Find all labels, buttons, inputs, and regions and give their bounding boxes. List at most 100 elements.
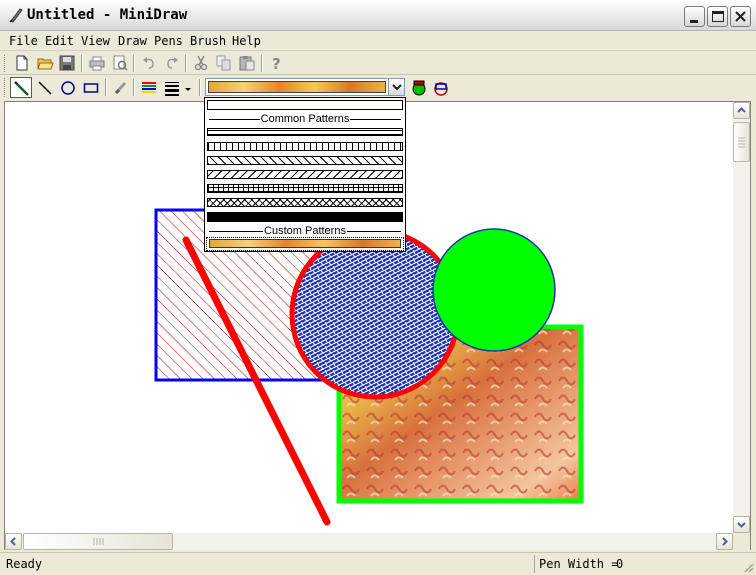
menu-view[interactable]: View xyxy=(81,34,110,48)
save-disk-icon xyxy=(59,55,75,71)
pattern-custom-orange[interactable] xyxy=(206,237,404,251)
menu-brush[interactable]: Brush xyxy=(190,34,226,48)
green-circle[interactable] xyxy=(432,228,556,352)
pattern-forward-diagonal[interactable] xyxy=(207,156,403,165)
line-tool-button[interactable] xyxy=(35,78,55,98)
redo-button[interactable] xyxy=(162,53,182,73)
pattern-solid-white[interactable] xyxy=(207,100,403,110)
toolbar-separator xyxy=(185,55,187,72)
paste-button[interactable] xyxy=(237,53,257,73)
pattern-vertical[interactable] xyxy=(207,142,403,151)
line-icon xyxy=(38,81,52,95)
standard-toolbar: ? xyxy=(0,52,756,75)
pattern-diagonal-cross[interactable] xyxy=(207,198,403,207)
fill-shape-icon xyxy=(412,80,426,96)
toolbar-separator xyxy=(133,55,135,72)
pen-color-button[interactable] xyxy=(139,78,159,98)
custom-patterns-caption: Custom Patterns xyxy=(207,225,403,237)
vertical-scrollbar[interactable] xyxy=(733,102,750,533)
close-button[interactable] xyxy=(730,6,751,27)
menu-file[interactable]: File xyxy=(9,34,38,48)
cut-button[interactable] xyxy=(191,53,211,73)
copy-button[interactable] xyxy=(214,53,234,73)
common-patterns-caption: Common Patterns xyxy=(207,113,403,125)
window-title: Untitled - MiniDraw xyxy=(27,7,188,23)
maximize-button[interactable] xyxy=(707,6,728,27)
toolbar-grip[interactable] xyxy=(4,78,7,97)
status-pane-divider xyxy=(534,555,535,573)
chevron-up-icon xyxy=(737,107,746,113)
toolbar-separator xyxy=(133,79,135,96)
pattern-solid-black[interactable] xyxy=(207,212,403,222)
new-button[interactable] xyxy=(12,53,32,73)
paste-clipboard-icon xyxy=(239,56,255,71)
pattern-combo[interactable] xyxy=(205,78,405,96)
vertical-scroll-thumb[interactable] xyxy=(733,122,750,162)
open-folder-icon xyxy=(37,58,54,70)
help-button[interactable]: ? xyxy=(267,53,287,73)
menu-bar: File Edit View Draw Pens Brush Help xyxy=(0,31,756,51)
minimize-icon xyxy=(690,20,698,23)
outline-color-button[interactable] xyxy=(431,78,451,98)
chevron-down-icon xyxy=(737,522,746,528)
pen-width-label: Pen Width = xyxy=(539,557,619,571)
scroll-up-button[interactable] xyxy=(733,102,750,119)
undo-icon xyxy=(143,57,154,69)
custom-patterns-label: Custom Patterns xyxy=(263,225,347,237)
maximize-icon xyxy=(712,11,724,22)
resize-grip-icon[interactable] xyxy=(742,561,754,573)
cut-scissors-icon xyxy=(194,55,208,71)
brush-stroke-icon xyxy=(114,81,127,95)
toolbar-grip[interactable] xyxy=(4,55,7,72)
woven-circle[interactable] xyxy=(289,228,461,400)
chevron-down-icon xyxy=(392,84,402,91)
custom-pattern-swatch xyxy=(209,239,401,248)
chevron-right-icon xyxy=(722,537,728,546)
save-button[interactable] xyxy=(57,53,77,73)
svg-text:?: ? xyxy=(272,55,281,71)
pen-select-icon xyxy=(14,81,29,96)
title-bar[interactable]: Untitled - MiniDraw xyxy=(0,0,756,31)
color-lines-icon xyxy=(142,82,156,93)
new-icon xyxy=(16,55,28,71)
grip-lines-icon xyxy=(93,538,104,545)
toolbar-separator xyxy=(105,79,107,96)
app-pen-icon xyxy=(9,8,23,23)
print-button[interactable] xyxy=(87,53,107,73)
horizontal-scrollbar[interactable] xyxy=(5,533,733,550)
fill-color-button[interactable] xyxy=(409,78,429,98)
undo-button[interactable] xyxy=(139,53,159,73)
select-tool-button[interactable] xyxy=(10,77,32,98)
pattern-horizontal[interactable] xyxy=(207,128,403,136)
menu-draw[interactable]: Draw xyxy=(118,34,147,48)
menu-pens[interactable]: Pens xyxy=(154,34,183,48)
outline-shape-icon xyxy=(434,82,448,96)
status-ready-text: Ready xyxy=(6,557,43,571)
scroll-right-button[interactable] xyxy=(716,533,733,550)
horizontal-scroll-thumb[interactable] xyxy=(23,533,173,550)
line-width-button[interactable] xyxy=(162,78,194,98)
pattern-dropdown-list: Common Patterns Custom Patterns xyxy=(204,97,406,252)
combo-dropdown-button[interactable] xyxy=(388,79,404,95)
line-width-icon xyxy=(165,82,191,96)
toolbar-separator xyxy=(81,55,83,72)
print-preview-button[interactable] xyxy=(110,53,130,73)
scroll-down-button[interactable] xyxy=(733,516,750,533)
menu-edit[interactable]: Edit xyxy=(45,34,74,48)
ellipse-tool-button[interactable] xyxy=(58,78,78,98)
scroll-left-button[interactable] xyxy=(5,533,22,550)
toolbar-separator xyxy=(261,55,263,72)
menu-help[interactable]: Help xyxy=(232,34,261,48)
copy-icon xyxy=(216,55,231,71)
rectangle-tool-button[interactable] xyxy=(81,78,101,98)
print-preview-icon xyxy=(113,55,128,71)
pen-width-value: 0 xyxy=(616,557,624,571)
status-bar: Ready Pen Width = 0 xyxy=(0,552,756,575)
eraser-tool-button[interactable] xyxy=(111,78,131,98)
pattern-backward-diagonal[interactable] xyxy=(207,170,403,179)
chevron-left-icon xyxy=(10,537,16,546)
grip-lines-icon xyxy=(738,137,745,148)
pattern-cross[interactable] xyxy=(207,184,403,193)
open-button[interactable] xyxy=(35,53,55,73)
minimize-button[interactable] xyxy=(684,6,705,27)
